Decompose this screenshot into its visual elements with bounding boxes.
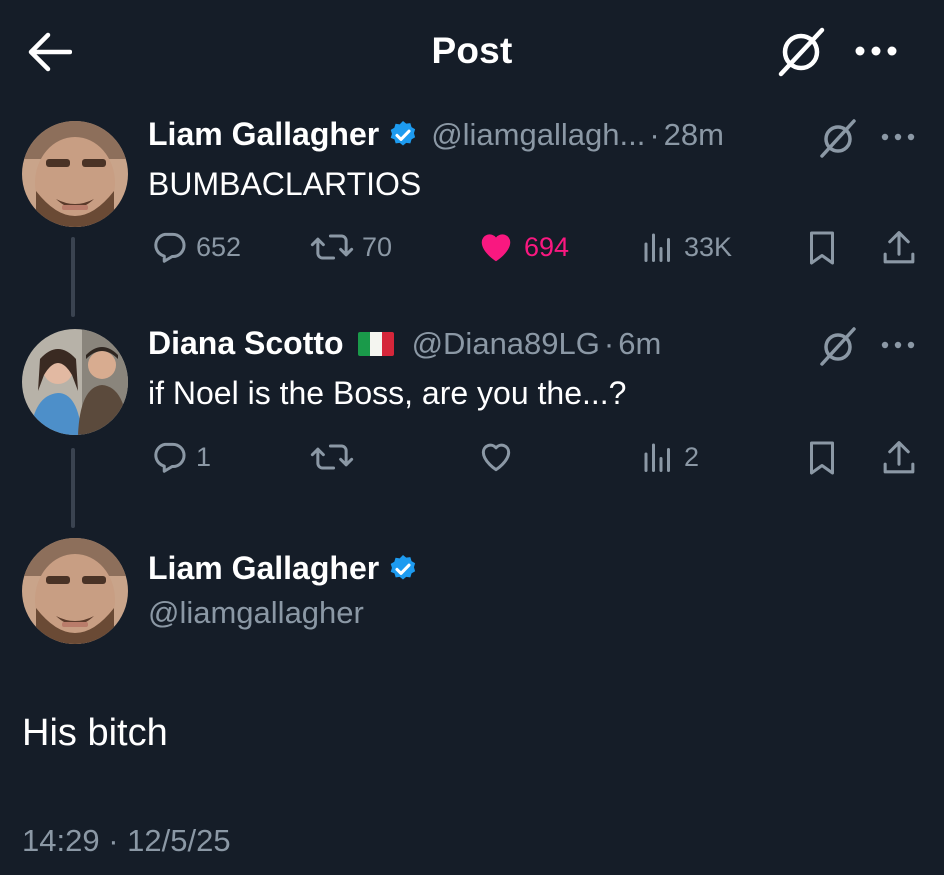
repost-count: 70 (362, 231, 393, 262)
avatar-image (22, 538, 128, 644)
avatar[interactable] (22, 538, 128, 644)
author-handle[interactable]: @liamgallagher (148, 595, 364, 631)
like-icon (481, 234, 511, 262)
grok-button[interactable] (816, 324, 860, 368)
views-button[interactable]: 33K (640, 228, 732, 266)
views-count: 33K (684, 231, 733, 262)
repost-button[interactable] (310, 438, 362, 476)
avatar[interactable] (22, 121, 128, 227)
views-icon (644, 443, 670, 472)
meta-separator: · (603, 325, 615, 361)
more-icon (881, 341, 915, 349)
reply-icon (154, 442, 186, 473)
post-time[interactable]: 6m (618, 326, 661, 362)
share-icon (883, 231, 915, 264)
more-icon (881, 133, 915, 141)
views-button[interactable]: 2 (640, 438, 699, 476)
more-options-button[interactable] (878, 124, 918, 150)
views-count: 2 (684, 441, 700, 472)
reply-count: 652 (196, 231, 242, 262)
share-icon (883, 441, 915, 474)
author-handle[interactable]: @liamgallagh... (431, 117, 645, 153)
post-text: if Noel is the Boss, are you the...? (148, 375, 627, 411)
more-icon (855, 46, 897, 56)
repost-button[interactable]: 70 (310, 228, 392, 266)
repost-icon (310, 444, 354, 470)
main-author: Liam Gallagher (148, 550, 419, 587)
avatar-image (22, 329, 128, 435)
main-post-text: His bitch (22, 712, 168, 754)
avatar[interactable] (22, 329, 128, 435)
bookmark-icon (810, 231, 834, 265)
post-timestamp[interactable]: 14:29 · 12/5/25 (22, 823, 231, 859)
verified-icon (390, 554, 416, 580)
reply-button[interactable]: 1 (150, 438, 211, 476)
grok-icon (778, 27, 825, 77)
views-icon (644, 233, 670, 262)
bookmark-button[interactable] (804, 228, 840, 268)
share-button[interactable] (880, 228, 918, 268)
repost-icon (310, 234, 354, 260)
grok-button[interactable] (774, 24, 828, 78)
thread-line (71, 448, 75, 528)
author-handle[interactable]: @Diana89LG (412, 326, 600, 362)
post-time[interactable]: 28m (664, 117, 724, 153)
more-options-button[interactable] (852, 36, 900, 66)
meta-separator: · (649, 116, 660, 152)
reply-button[interactable]: 652 (150, 228, 241, 266)
author-name[interactable]: Liam Gallagher (148, 550, 379, 587)
like-button[interactable]: 694 (476, 228, 569, 266)
grok-icon (820, 327, 856, 366)
more-options-button[interactable] (878, 332, 918, 358)
italy-flag-icon (357, 331, 394, 356)
reply-count: 1 (196, 441, 212, 472)
tweet-header: Diana Scotto @Diana89LG · 6m (148, 325, 661, 362)
share-button[interactable] (880, 438, 918, 478)
thread-line (71, 237, 75, 317)
verified-icon (390, 120, 416, 146)
post-text: BUMBACLARTIOS (148, 166, 422, 202)
reply-icon (154, 232, 186, 263)
grok-icon (820, 119, 856, 158)
like-icon (481, 443, 511, 472)
avatar-image (22, 121, 128, 227)
like-button[interactable] (476, 438, 524, 476)
bookmark-button[interactable] (804, 438, 840, 478)
author-name[interactable]: Liam Gallagher (148, 116, 379, 153)
grok-button[interactable] (816, 116, 860, 160)
tweet-header: Liam Gallagher @liamgallagh... · 28m (148, 116, 724, 153)
like-count: 694 (524, 231, 570, 262)
author-name[interactable]: Diana Scotto (148, 325, 344, 362)
bookmark-icon (810, 441, 834, 475)
